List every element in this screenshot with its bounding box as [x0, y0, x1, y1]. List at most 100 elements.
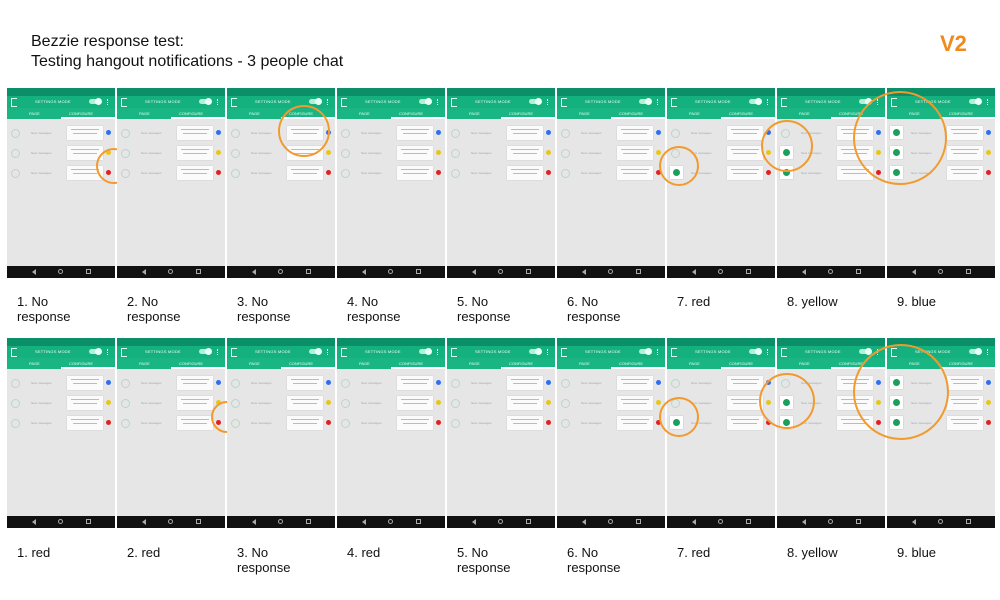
toggle-knob[interactable] [975, 348, 982, 355]
list-item[interactable]: New messages [227, 165, 335, 185]
list-item[interactable]: New messages [7, 375, 115, 395]
overflow-menu-icon[interactable] [217, 349, 219, 355]
toggle-knob[interactable] [645, 98, 652, 105]
back-icon[interactable] [142, 519, 146, 525]
overflow-menu-icon[interactable] [767, 349, 769, 355]
toggle-knob[interactable] [315, 348, 322, 355]
recents-icon[interactable] [746, 519, 751, 524]
recents-icon[interactable] [86, 269, 91, 274]
recents-icon[interactable] [636, 269, 641, 274]
back-icon[interactable] [582, 519, 586, 525]
home-icon[interactable] [278, 519, 283, 524]
recents-icon[interactable] [416, 519, 421, 524]
tab-configure[interactable]: CONFIGURE [69, 361, 93, 366]
overflow-menu-icon[interactable] [327, 99, 329, 105]
recents-icon[interactable] [196, 519, 201, 524]
overflow-menu-icon[interactable] [657, 99, 659, 105]
toggle-knob[interactable] [755, 348, 762, 355]
home-icon[interactable] [498, 269, 503, 274]
tab-page[interactable]: PAGE [29, 111, 40, 116]
tab-configure[interactable]: CONFIGURE [619, 361, 643, 366]
toggle-knob[interactable] [535, 348, 542, 355]
tab-configure[interactable]: CONFIGURE [619, 111, 643, 116]
list-item[interactable]: New messages [667, 375, 775, 395]
toggle-knob[interactable] [535, 98, 542, 105]
recents-icon[interactable] [306, 519, 311, 524]
tab-configure[interactable]: CONFIGURE [289, 361, 313, 366]
tab-configure[interactable]: CONFIGURE [839, 361, 863, 366]
tab-page[interactable]: PAGE [799, 111, 810, 116]
list-item[interactable]: New messages [557, 145, 665, 165]
list-item[interactable]: New messages [227, 415, 335, 435]
list-item[interactable]: New messages [447, 125, 555, 145]
recents-icon[interactable] [746, 269, 751, 274]
home-icon[interactable] [718, 269, 723, 274]
home-icon[interactable] [168, 519, 173, 524]
tab-configure[interactable]: CONFIGURE [729, 361, 753, 366]
list-item[interactable]: New messages [557, 165, 665, 185]
recents-icon[interactable] [856, 269, 861, 274]
home-icon[interactable] [388, 269, 393, 274]
tab-configure[interactable]: CONFIGURE [399, 111, 423, 116]
home-icon[interactable] [498, 519, 503, 524]
list-item[interactable]: New messages [337, 415, 445, 435]
home-icon[interactable] [58, 269, 63, 274]
tab-page[interactable]: PAGE [359, 111, 370, 116]
list-item[interactable]: New messages [447, 395, 555, 415]
list-item[interactable]: New messages [447, 375, 555, 395]
toggle-knob[interactable] [645, 348, 652, 355]
recents-icon[interactable] [416, 269, 421, 274]
back-icon[interactable] [142, 269, 146, 275]
toggle-knob[interactable] [315, 98, 322, 105]
tab-configure[interactable]: CONFIGURE [949, 111, 973, 116]
home-icon[interactable] [718, 519, 723, 524]
tab-page[interactable]: PAGE [689, 111, 700, 116]
tab-configure[interactable]: CONFIGURE [509, 111, 533, 116]
tab-page[interactable]: PAGE [579, 111, 590, 116]
toggle-knob[interactable] [425, 98, 432, 105]
back-icon[interactable] [362, 519, 366, 525]
tab-page[interactable]: PAGE [139, 361, 150, 366]
overflow-menu-icon[interactable] [987, 349, 989, 355]
list-item[interactable]: New messages [447, 145, 555, 165]
list-item[interactable]: New messages [557, 375, 665, 395]
tab-configure[interactable]: CONFIGURE [179, 111, 203, 116]
overflow-menu-icon[interactable] [547, 99, 549, 105]
list-item[interactable]: New messages [337, 125, 445, 145]
home-icon[interactable] [388, 519, 393, 524]
tab-configure[interactable]: CONFIGURE [69, 111, 93, 116]
recents-icon[interactable] [196, 269, 201, 274]
list-item[interactable]: New messages [117, 395, 225, 415]
tab-page[interactable]: PAGE [469, 361, 480, 366]
home-icon[interactable] [58, 519, 63, 524]
tab-page[interactable]: PAGE [799, 361, 810, 366]
toggle-knob[interactable] [975, 98, 982, 105]
back-icon[interactable] [32, 269, 36, 275]
list-item[interactable]: New messages [557, 125, 665, 145]
toggle-knob[interactable] [205, 98, 212, 105]
list-item[interactable]: New messages [337, 395, 445, 415]
list-item[interactable]: New messages [117, 145, 225, 165]
tab-configure[interactable]: CONFIGURE [509, 361, 533, 366]
toggle-knob[interactable] [95, 348, 102, 355]
list-item[interactable]: New messages [117, 165, 225, 185]
back-icon[interactable] [912, 519, 916, 525]
recents-icon[interactable] [86, 519, 91, 524]
back-icon[interactable] [692, 519, 696, 525]
list-item[interactable]: New messages [337, 145, 445, 165]
tab-page[interactable]: PAGE [249, 361, 260, 366]
home-icon[interactable] [608, 269, 613, 274]
overflow-menu-icon[interactable] [437, 99, 439, 105]
recents-icon[interactable] [306, 269, 311, 274]
recents-icon[interactable] [966, 269, 971, 274]
toggle-knob[interactable] [755, 98, 762, 105]
overflow-menu-icon[interactable] [437, 349, 439, 355]
recents-icon[interactable] [856, 519, 861, 524]
recents-icon[interactable] [636, 519, 641, 524]
back-icon[interactable] [252, 519, 256, 525]
tab-configure[interactable]: CONFIGURE [179, 361, 203, 366]
back-icon[interactable] [802, 519, 806, 525]
back-icon[interactable] [582, 269, 586, 275]
list-item[interactable]: New messages [7, 395, 115, 415]
tab-page[interactable]: PAGE [469, 111, 480, 116]
